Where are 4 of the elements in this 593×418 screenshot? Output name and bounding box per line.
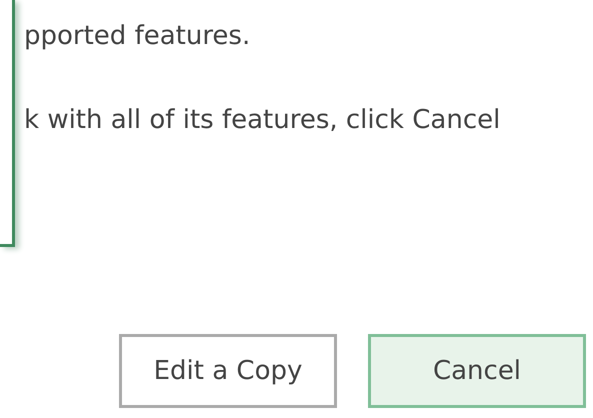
edit-copy-button[interactable]: Edit a Copy (119, 334, 337, 408)
message-text: pported features. (24, 20, 252, 53)
cancel-button[interactable]: Cancel (368, 334, 586, 408)
message-text: k with all of its features, click Cancel (24, 104, 500, 137)
